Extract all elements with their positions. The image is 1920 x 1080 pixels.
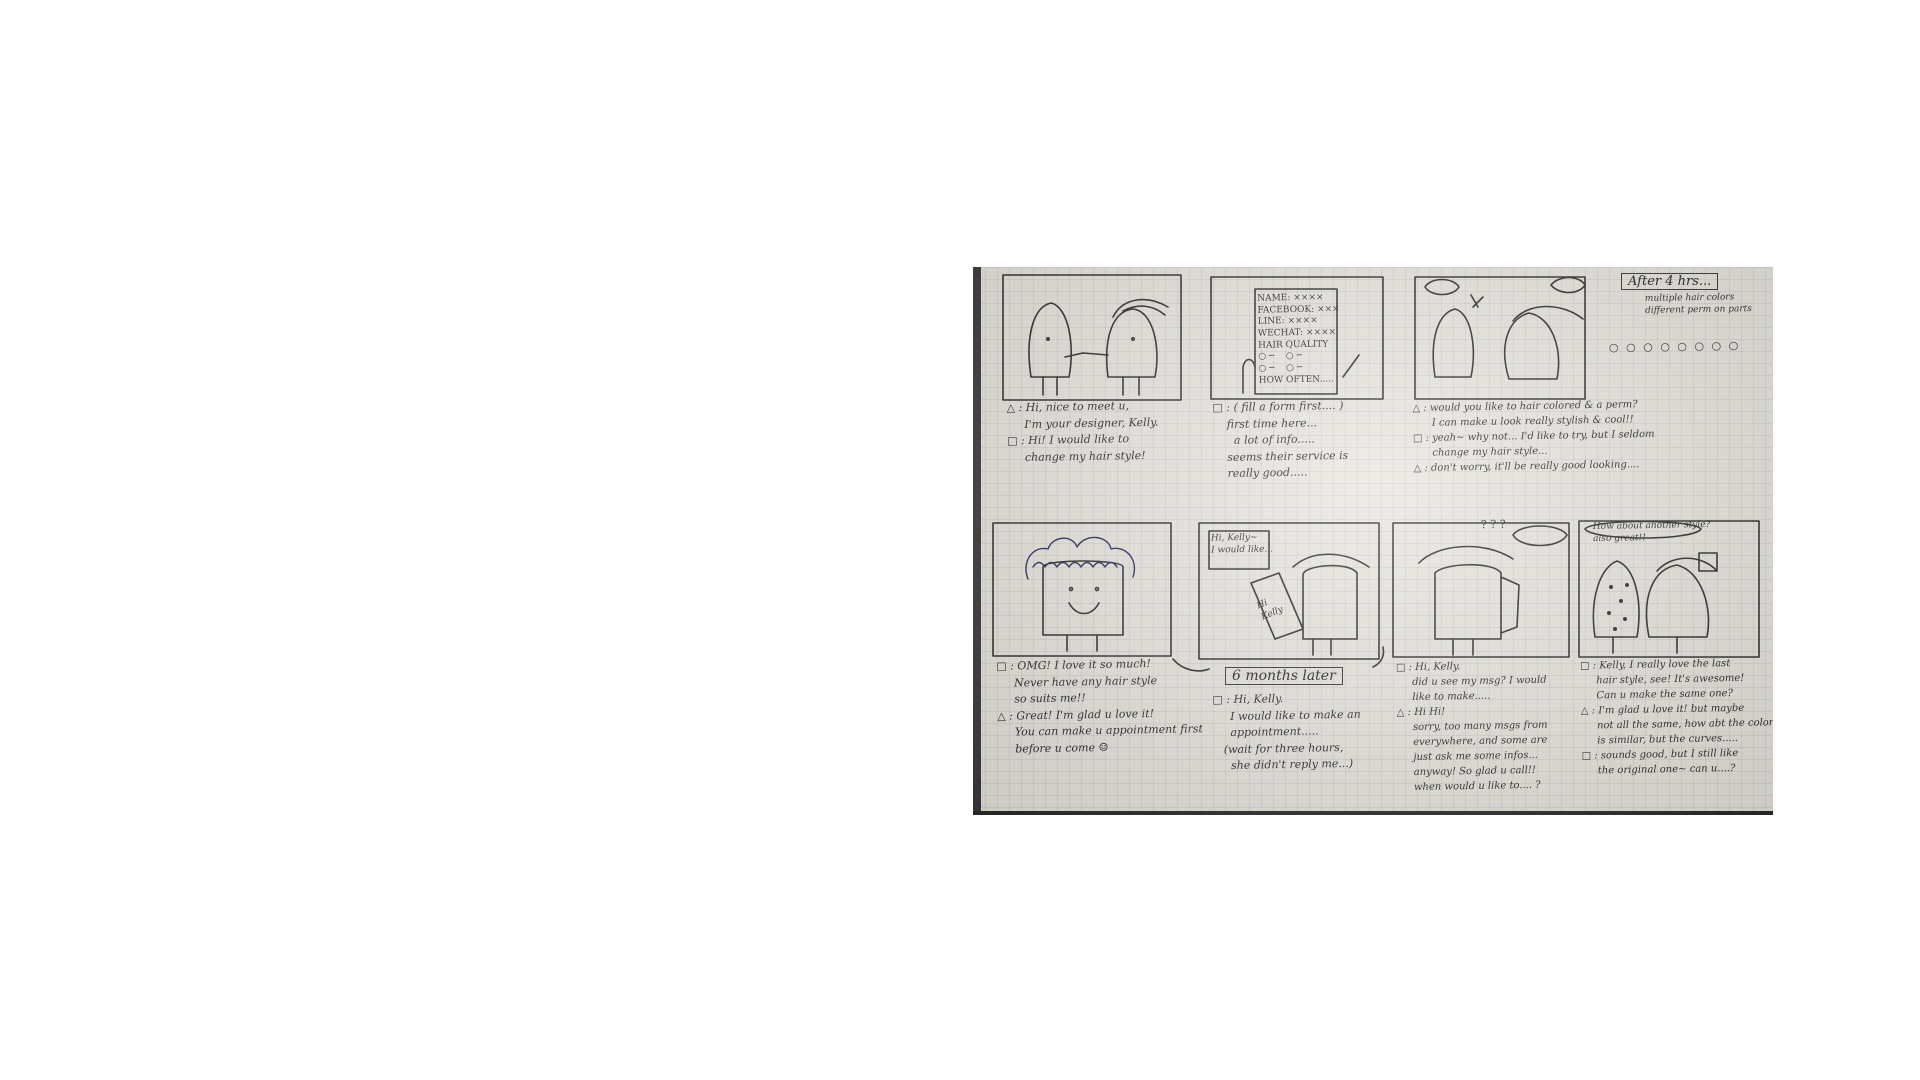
panel-8-caption: □ : Kelly, I really love the last hair s… (1580, 658, 1773, 777)
panel-6-caption: □ : Hi, Kelly. I would like to make an a… (1212, 692, 1361, 773)
after-4-hrs-label: After 4 hrs... (1621, 273, 1719, 290)
speech-bubble-3a (1424, 278, 1460, 296)
curly-hair-character (1042, 560, 1124, 636)
spotted-character (1592, 560, 1640, 638)
panel-2-caption: □ : ( fill a form first.... ) first time… (1212, 398, 1349, 481)
paper-edge-bottom (973, 811, 1773, 815)
panel-2-form-text: NAME: ×××× FACEBOOK: ××× LINE: ×××× WECH… (1257, 292, 1340, 386)
panel-3-caption: △ : would you like to hair colored & a p… (1412, 399, 1655, 475)
panel-8-bubble: How about another style? also great!! (1592, 519, 1711, 544)
panel-7-bubble: ? ? ? (1480, 517, 1506, 532)
customer-character (1105, 308, 1158, 378)
panel-6-bubble: Hi, Kelly~ I would like... (1210, 532, 1274, 556)
after-dots: ○ ○ ○ ○ ○ ○ ○ ○ (1608, 338, 1741, 355)
panel-1-caption: △ : Hi, nice to meet u, I'm your designe… (1006, 399, 1159, 464)
panel-7-frame (1392, 522, 1570, 658)
panel-3-frame (1414, 276, 1586, 400)
speech-bubble-3b (1550, 276, 1586, 294)
panel-7-caption: □ : Hi, Kelly. did u see my msg? I would… (1395, 661, 1548, 794)
panel-5-frame (992, 522, 1172, 657)
storyboard-photo: △ : Hi, nice to meet u, I'm your designe… (973, 267, 1773, 815)
triangle-character (1028, 302, 1072, 378)
after-note: multiple hair colors different perm on p… (1644, 292, 1752, 316)
six-months-later-label: 6 months later (1225, 667, 1343, 685)
speech-bubble-7 (1512, 525, 1568, 547)
panel-5-caption: □ : OMG! I love it so much! Never have a… (996, 657, 1203, 756)
